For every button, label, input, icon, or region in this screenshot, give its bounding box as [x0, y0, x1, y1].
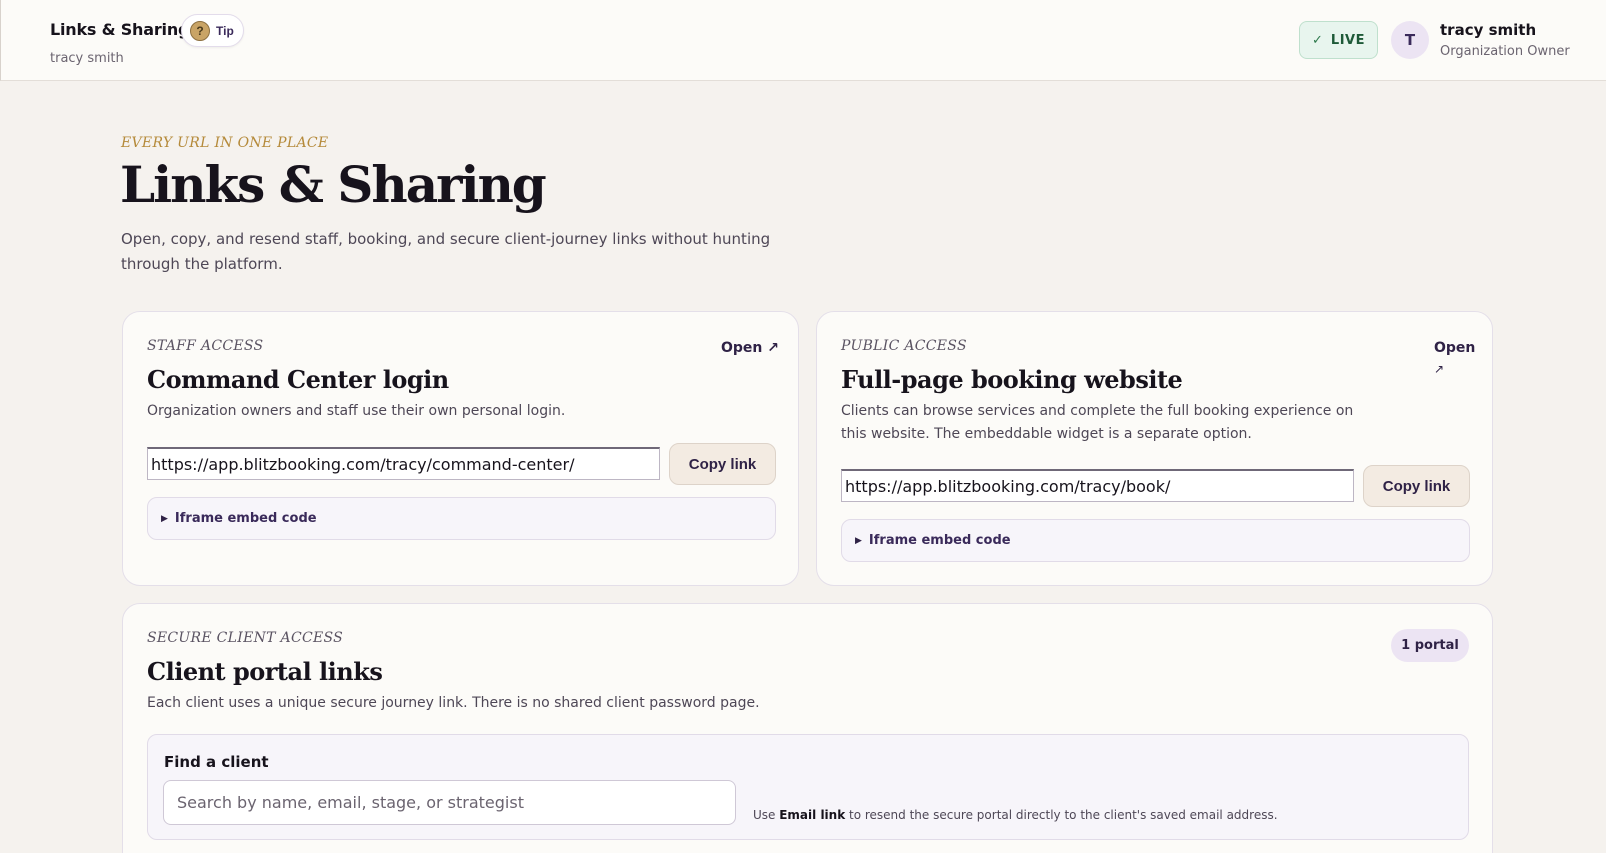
- card-description: Organization owners and staff use their …: [147, 403, 566, 419]
- page-title: Links & Sharing: [120, 155, 547, 214]
- staff-copy-link-button[interactable]: Copy link: [669, 443, 776, 485]
- card-description: Clients can browse services and complete…: [841, 403, 1354, 442]
- public-open-link[interactable]: Open: [1434, 340, 1475, 356]
- staff-open-link[interactable]: Open ↗: [721, 340, 779, 356]
- portal-count-badge: 1 portal: [1391, 629, 1469, 662]
- hint-suffix: to resend the secure portal directly to …: [845, 808, 1278, 822]
- card-title: Command Center login: [147, 365, 449, 394]
- card-title: Full-page booking website: [841, 365, 1183, 394]
- live-label: LIVE: [1330, 32, 1365, 48]
- hint-bold: Email link: [779, 808, 846, 822]
- hint-prefix: Use: [753, 808, 780, 822]
- page-eyebrow: EVERY URL IN ONE PLACE: [121, 135, 329, 151]
- staff-access-card: STAFF ACCESS Open ↗ Command Center login…: [122, 311, 799, 586]
- embed-label: Iframe embed code: [868, 533, 1011, 548]
- external-link-icon: ↗: [1434, 362, 1445, 376]
- card-eyebrow: STAFF ACCESS: [147, 338, 264, 354]
- page-description: Open, copy, and resend staff, booking, a…: [121, 230, 771, 273]
- card-description: Each client uses a unique secure journey…: [147, 695, 760, 711]
- top-bar: Links & Sharing tracy smith ? Tip ✓ LIVE…: [0, 0, 1606, 81]
- staff-iframe-embed-toggle[interactable]: ▶ Iframe embed code: [147, 497, 776, 540]
- card-eyebrow: SECURE CLIENT ACCESS: [147, 630, 344, 646]
- triangle-right-icon: ▶: [855, 535, 862, 546]
- public-access-card: PUBLIC ACCESS Open ↗ Full-page booking w…: [816, 311, 1493, 586]
- app-title: Links & Sharing: [50, 20, 190, 39]
- card-eyebrow: PUBLIC ACCESS: [841, 338, 967, 354]
- tip-label: Tip: [216, 23, 234, 38]
- triangle-right-icon: ▶: [161, 513, 168, 524]
- live-status-badge: ✓ LIVE: [1299, 21, 1378, 59]
- user-name: tracy smith: [1440, 21, 1537, 39]
- find-client-panel: Find a client Use Email link to resend t…: [147, 734, 1469, 840]
- embed-label: Iframe embed code: [174, 511, 317, 526]
- client-search-input[interactable]: [163, 780, 736, 825]
- public-iframe-embed-toggle[interactable]: ▶ Iframe embed code: [841, 519, 1470, 562]
- user-avatar[interactable]: T: [1391, 21, 1429, 59]
- email-link-hint: Use Email link to resend the secure port…: [753, 808, 1278, 822]
- public-url-field[interactable]: https://app.blitzbooking.com/tracy/book/: [841, 469, 1354, 502]
- user-role: Organization Owner: [1440, 44, 1570, 59]
- app-subtitle: tracy smith: [50, 51, 124, 66]
- check-icon: ✓: [1312, 32, 1323, 48]
- card-title: Client portal links: [147, 657, 383, 686]
- public-copy-link-button[interactable]: Copy link: [1363, 465, 1470, 507]
- tip-button[interactable]: ? Tip: [181, 14, 244, 47]
- find-client-label: Find a client: [164, 753, 269, 771]
- help-icon: ?: [190, 20, 210, 41]
- staff-url-field[interactable]: https://app.blitzbooking.com/tracy/comma…: [147, 447, 660, 480]
